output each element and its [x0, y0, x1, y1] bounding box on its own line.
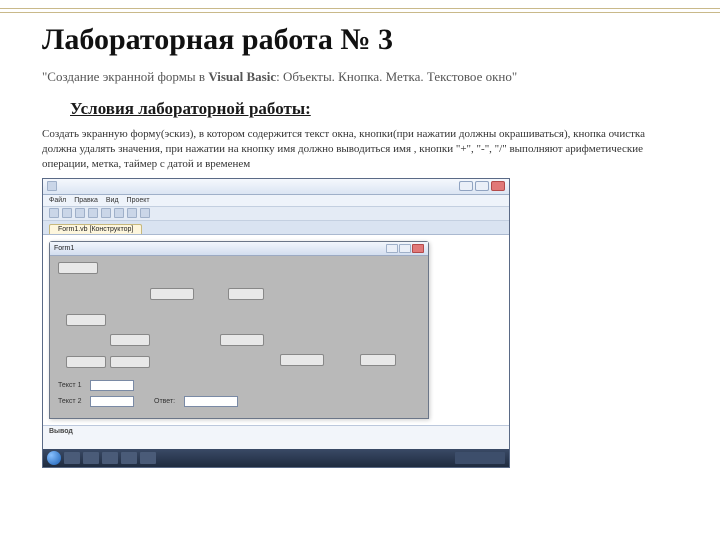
toolbar-icon[interactable] [62, 208, 72, 218]
menu-item[interactable]: Файл [49, 197, 66, 204]
menu-item[interactable]: Проект [127, 197, 150, 204]
vb-textbox[interactable] [90, 396, 134, 407]
toolbar-icon[interactable] [140, 208, 150, 218]
app-icon [47, 181, 57, 191]
form-title: Form1 [54, 245, 74, 252]
form-close-button[interactable] [412, 244, 424, 253]
output-panel-label: Вывод [49, 428, 73, 435]
windows-taskbar [43, 449, 509, 467]
maximize-button[interactable] [475, 181, 489, 191]
visual-studio-window: Файл Правка Вид Проект Form1.vb [Констру… [42, 178, 510, 468]
slide-content: Лабораторная работа № 3 "Создание экранн… [0, 23, 720, 172]
vb-button[interactable] [360, 354, 396, 366]
vb-button[interactable] [66, 314, 106, 326]
toolbar-icon[interactable] [127, 208, 137, 218]
toolbar-icon[interactable] [49, 208, 59, 218]
ide-designer-surface: Form1 Текст 1 Текст 2 Ответ: [43, 235, 509, 425]
vb-button[interactable] [66, 356, 106, 368]
ide-screenshot: Файл Правка Вид Проект Form1.vb [Констру… [0, 178, 720, 468]
form-body: Текст 1 Текст 2 Ответ: [50, 256, 428, 418]
vb-textbox[interactable] [90, 380, 134, 391]
taskbar-item[interactable] [121, 452, 137, 464]
menu-item[interactable]: Правка [74, 197, 98, 204]
body-paragraph: Создать экранную форму(эскиз), в котором… [42, 127, 678, 172]
vb-label: Текст 2 [58, 398, 81, 405]
subtitle-suffix: : Объекты. Кнопка. Метка. Текстовое окно… [276, 69, 517, 84]
vb-button[interactable] [228, 288, 264, 300]
vb-button[interactable] [58, 262, 98, 274]
vb-textbox[interactable] [184, 396, 238, 407]
section-heading: Условия лабораторной работы: [70, 99, 678, 119]
close-button[interactable] [491, 181, 505, 191]
toolbar-icon[interactable] [75, 208, 85, 218]
vb-label: Ответ: [154, 398, 175, 405]
ide-titlebar [43, 179, 509, 195]
taskbar-item[interactable] [83, 452, 99, 464]
slide-subtitle: "Создание экранной формы в Visual Basic:… [42, 69, 678, 85]
subtitle-prefix: "Создание экранной формы в [42, 69, 208, 84]
vb-button[interactable] [280, 354, 324, 366]
form-minimize-button[interactable] [386, 244, 398, 253]
taskbar-item[interactable] [64, 452, 80, 464]
toolbar-icon[interactable] [101, 208, 111, 218]
decorative-rule [0, 12, 720, 13]
ide-toolbar [43, 207, 509, 221]
ide-output-panel: Вывод [43, 425, 509, 449]
form-titlebar: Form1 [50, 242, 428, 256]
toolbar-icon[interactable] [88, 208, 98, 218]
document-tab[interactable]: Form1.vb [Конструктор] [49, 224, 142, 234]
toolbar-icon[interactable] [114, 208, 124, 218]
vb-form-window[interactable]: Form1 Текст 1 Текст 2 Ответ: [49, 241, 429, 419]
form-maximize-button[interactable] [399, 244, 411, 253]
menu-item[interactable]: Вид [106, 197, 119, 204]
decorative-rule [0, 8, 720, 9]
subtitle-bold: Visual Basic [208, 69, 276, 84]
window-controls [459, 181, 505, 191]
vb-button[interactable] [110, 334, 150, 346]
taskbar-item[interactable] [102, 452, 118, 464]
taskbar-item[interactable] [140, 452, 156, 464]
ide-menubar: Файл Правка Вид Проект [43, 195, 509, 207]
vb-label: Текст 1 [58, 382, 81, 389]
vb-button[interactable] [150, 288, 194, 300]
vb-button[interactable] [220, 334, 264, 346]
start-button[interactable] [47, 451, 61, 465]
taskbar-clock [455, 452, 505, 464]
vb-button[interactable] [110, 356, 150, 368]
minimize-button[interactable] [459, 181, 473, 191]
slide-title: Лабораторная работа № 3 [42, 23, 678, 57]
ide-tabstrip: Form1.vb [Конструктор] [43, 221, 509, 235]
